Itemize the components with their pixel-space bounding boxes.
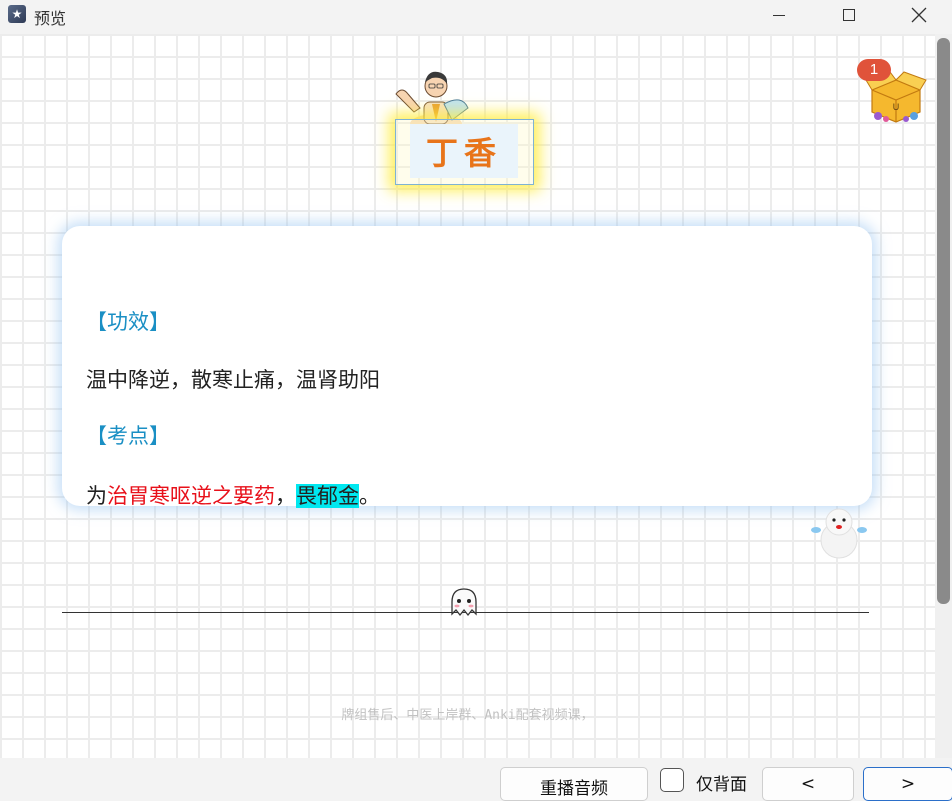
back-only-label[interactable]: 仅背面 (696, 770, 747, 795)
exam-point-text: 为治胃寒呕逆之要药，畏郁金。 (86, 480, 380, 510)
efficacy-heading: 【功效】 (86, 310, 170, 334)
efficacy-text: 温中降逆，散寒止痛，温肾助阳 (86, 368, 380, 392)
exam-point-heading: 【考点】 (86, 424, 170, 448)
minimize-button[interactable] (756, 0, 802, 30)
herb-title-frame: 丁香 (395, 119, 534, 185)
herb-title-box: 丁香 (410, 124, 518, 178)
exam-point-suffix: 。 (359, 484, 380, 508)
next-button[interactable]: > (863, 767, 952, 801)
window-titlebar: ★ 预览 (0, 0, 952, 34)
herb-title: 丁香 (425, 134, 502, 172)
ghost-icon (451, 588, 477, 617)
exam-point-prefix: 为 (86, 484, 107, 508)
maximize-icon (843, 9, 855, 21)
close-icon (911, 7, 927, 23)
scrollbar-thumb[interactable] (937, 38, 950, 604)
exam-point-comma: ， (275, 484, 296, 508)
previous-button[interactable]: < (762, 767, 854, 801)
app-star-icon: ★ (8, 5, 26, 23)
minimize-icon (773, 14, 785, 16)
exam-point-highlight: 畏郁金 (296, 484, 359, 508)
window-title: 预览 (34, 9, 67, 28)
exam-point-emphasis: 治胃寒呕逆之要药 (107, 484, 275, 508)
gift-count-badge: 1 (857, 59, 891, 81)
replay-audio-button[interactable]: 重播音频 (500, 767, 648, 801)
back-only-checkbox[interactable] (660, 768, 684, 792)
footer-note: 牌组售后、中医上岸群、Anki配套视频课， (341, 708, 594, 723)
svg-text:U: U (893, 102, 900, 112)
close-button[interactable] (896, 0, 942, 30)
herb-info-card: 【功效】 温中降逆，散寒止痛，温肾助阳 【考点】 为治胃寒呕逆之要药，畏郁金。 (62, 226, 872, 508)
maximize-button[interactable] (826, 0, 872, 30)
snowman-icon (811, 508, 867, 559)
